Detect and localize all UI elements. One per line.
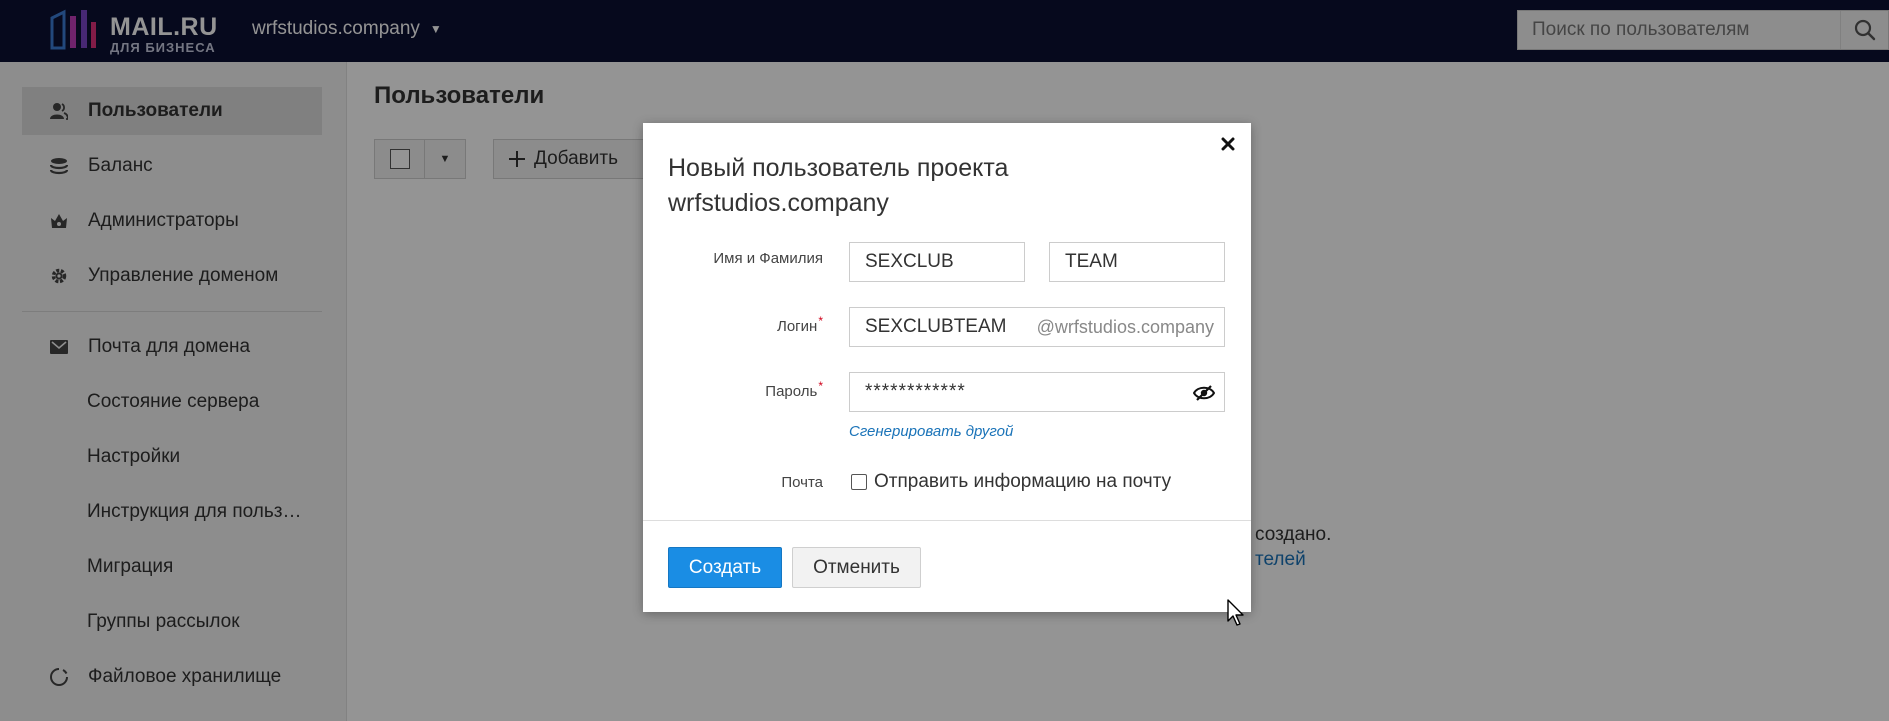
mail-label: Почта: [643, 474, 823, 491]
generate-password-link[interactable]: Сгенерировать другой: [849, 423, 1013, 440]
new-user-dialog: Новый пользователь проекта wrfstudios.co…: [643, 123, 1251, 612]
password-label-text: Пароль: [765, 383, 818, 400]
mail-label-text: Почта: [781, 474, 823, 491]
login-domain-suffix: @wrfstudios.company: [1036, 316, 1214, 337]
login-label-text: Логин: [777, 318, 818, 335]
password-label: Пароль*: [643, 379, 823, 400]
send-info-checkbox[interactable]: [851, 474, 867, 490]
mouse-cursor-icon: [1227, 599, 1244, 626]
name-label: Имя и Фамилия: [643, 250, 823, 267]
login-input[interactable]: [850, 308, 1026, 346]
first-name-input[interactable]: [850, 243, 1024, 281]
password-field: [849, 372, 1225, 412]
toggle-password-visibility[interactable]: [1192, 381, 1216, 405]
last-name-input[interactable]: [1050, 243, 1224, 281]
last-name-field: [1049, 242, 1225, 282]
create-button[interactable]: Создать: [668, 547, 782, 588]
login-field: @wrfstudios.company: [849, 307, 1225, 347]
password-input[interactable]: [850, 373, 1180, 411]
close-icon: [1221, 137, 1235, 151]
close-button[interactable]: [1217, 133, 1239, 155]
first-name-field: [849, 242, 1025, 282]
cancel-button[interactable]: Отменить: [792, 547, 921, 588]
name-label-text: Имя и Фамилия: [713, 250, 823, 267]
login-label: Логин*: [643, 314, 823, 335]
dialog-title: Новый пользователь проекта wrfstudios.co…: [668, 154, 1009, 217]
eye-slash-icon: [1193, 385, 1215, 401]
send-info-label[interactable]: Отправить информацию на почту: [874, 471, 1171, 493]
required-asterisk: *: [818, 314, 823, 328]
required-asterisk: *: [818, 379, 823, 393]
dialog-divider: [643, 520, 1251, 521]
